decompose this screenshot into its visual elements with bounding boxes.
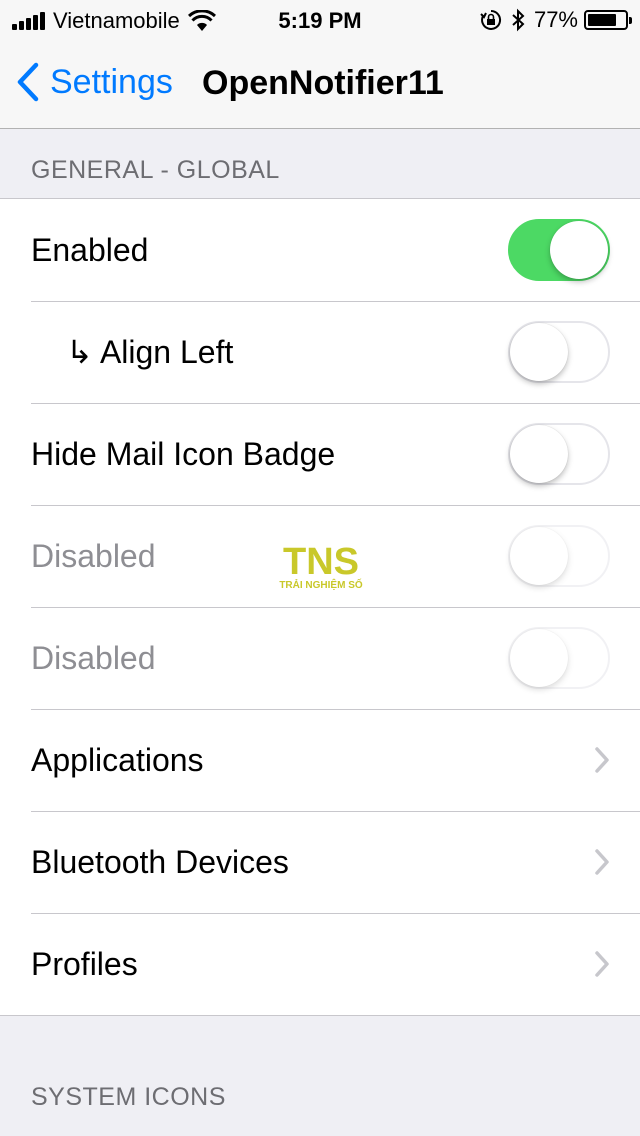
chevron-left-icon	[17, 62, 39, 102]
chevron-right-icon	[595, 747, 609, 773]
bluetooth-icon	[512, 8, 525, 32]
hide-mail-badge-switch[interactable]	[508, 423, 610, 485]
row-applications[interactable]: Applications	[0, 709, 640, 811]
row-align-left: ↳ Align Left	[0, 301, 640, 403]
row-disabled-2: Disabled	[0, 607, 640, 709]
status-bar: Vietnamobile 5:19 PM 77%	[0, 0, 640, 40]
disabled-switch-1[interactable]	[508, 525, 610, 587]
enabled-switch[interactable]	[508, 219, 610, 281]
row-label: Bluetooth Devices	[31, 843, 289, 880]
navigation-bar: Settings OpenNotifier11	[0, 40, 640, 129]
watermark-logo-text: TNS	[283, 542, 359, 583]
row-label: ↳ Align Left	[66, 334, 234, 370]
tns-watermark-logo: TNS TRẢI NGHIỆM SỐ	[279, 542, 363, 591]
page-title: OpenNotifier11	[202, 64, 444, 102]
align-left-switch[interactable]	[508, 321, 610, 383]
row-label: Hide Mail Icon Badge	[31, 435, 336, 472]
chevron-right-icon	[595, 951, 609, 977]
disabled-switch-2[interactable]	[508, 627, 610, 689]
row-label: Profiles	[31, 945, 138, 982]
battery-icon	[584, 10, 632, 30]
row-label: Applications	[31, 741, 204, 778]
back-button-label: Settings	[50, 62, 173, 101]
row-bluetooth-devices[interactable]: Bluetooth Devices	[0, 811, 640, 913]
row-hide-mail-badge: Hide Mail Icon Badge	[0, 403, 640, 505]
row-profiles[interactable]: Profiles	[0, 913, 640, 1015]
orientation-lock-icon	[480, 9, 501, 30]
section-header-system-icons: SYSTEM ICONS	[31, 1083, 226, 1111]
row-label: Disabled	[31, 639, 156, 676]
battery-percent: 77%	[533, 7, 578, 32]
section-header-general: GENERAL - GLOBAL	[31, 156, 280, 184]
chevron-right-icon	[595, 849, 609, 875]
indent-arrow-icon: ↳	[66, 334, 93, 370]
row-label: Enabled	[31, 231, 149, 268]
row-enabled: Enabled	[0, 199, 640, 301]
settings-group-general: Enabled ↳ Align Left Hide Mail Icon Badg…	[0, 198, 640, 1016]
row-label: Disabled	[31, 537, 156, 574]
back-button[interactable]: Settings	[16, 62, 173, 102]
watermark-tagline: TRẢI NGHIỆM SỐ	[279, 577, 363, 591]
